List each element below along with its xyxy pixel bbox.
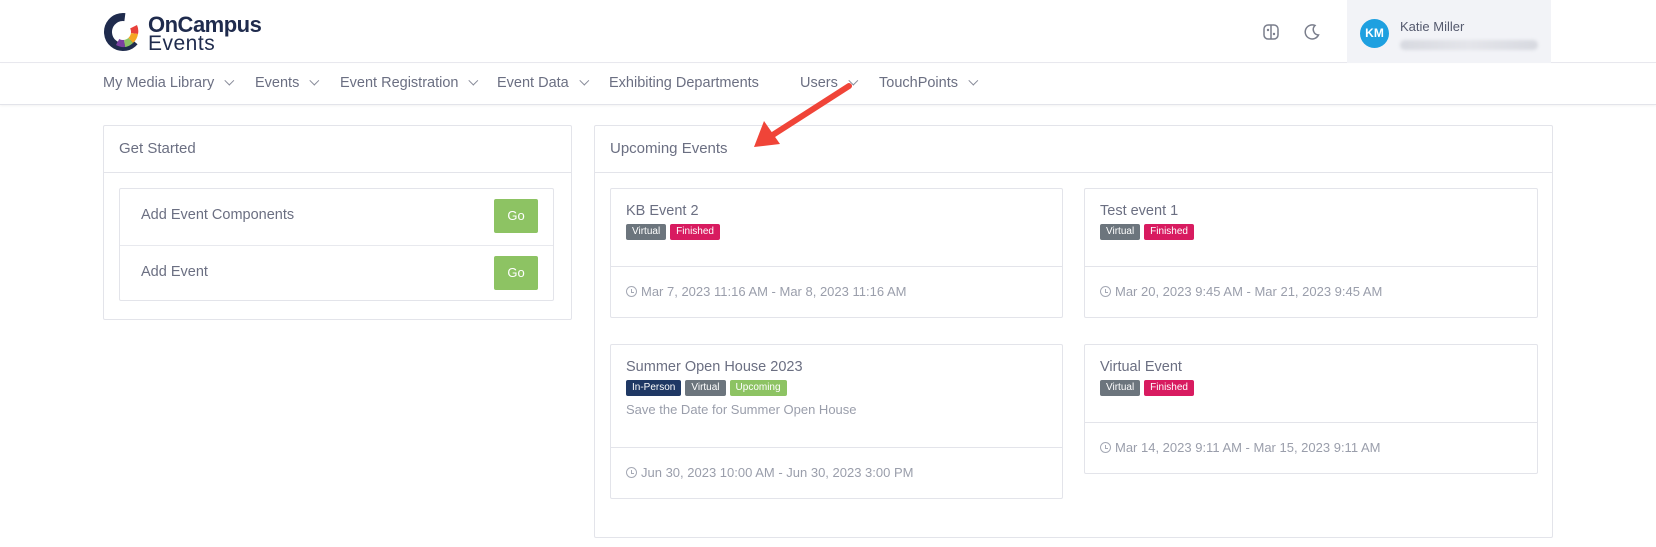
status-badge: Virtual: [626, 224, 667, 240]
get-started-list: Add Event Components Go Add Event Go: [119, 188, 554, 301]
nav-event-data[interactable]: Event Data: [497, 75, 590, 91]
event-footer: Mar 7, 2023 11:16 AM - Mar 8, 2023 11:16…: [611, 266, 1062, 317]
status-badge: Finished: [1144, 380, 1194, 396]
clock-icon: [626, 286, 637, 297]
nav-label: Event Registration: [340, 75, 459, 91]
event-title: Virtual Event: [1100, 359, 1182, 375]
status-badge: Virtual: [1100, 224, 1141, 240]
nav-label: Exhibiting Departments: [609, 75, 759, 91]
status-badge: Finished: [1144, 224, 1194, 240]
go-button[interactable]: Go: [494, 199, 538, 233]
nav-label: Events: [255, 75, 300, 91]
list-item: Add Event Components Go: [120, 189, 553, 245]
event-card[interactable]: Summer Open House 2023 In-Person Virtual…: [610, 344, 1063, 499]
moon-icon[interactable]: [1302, 22, 1322, 42]
user-email-redacted: [1400, 40, 1538, 50]
top-header: OnCampus Events KM Katie Miller: [0, 0, 1656, 63]
status-badge: Finished: [670, 224, 720, 240]
event-card[interactable]: Virtual Event Virtual Finished Mar 14, 2…: [1084, 344, 1538, 474]
divider: [595, 172, 1552, 173]
card-title: Get Started: [119, 140, 196, 157]
chevron-down-icon: [468, 75, 479, 86]
event-description: Save the Date for Summer Open House: [626, 402, 857, 417]
oncampus-logo-icon: [104, 13, 142, 51]
clock-icon: [626, 467, 637, 478]
nav-events[interactable]: Events: [255, 75, 320, 91]
event-time: Mar 20, 2023 9:45 AM - Mar 21, 2023 9:45…: [1100, 284, 1382, 299]
event-time-text: Jun 30, 2023 10:00 AM - Jun 30, 2023 3:0…: [641, 465, 914, 480]
app-switch-icon[interactable]: [1261, 22, 1281, 42]
clock-icon: [1100, 442, 1111, 453]
event-time-text: Mar 7, 2023 11:16 AM - Mar 8, 2023 11:16…: [641, 284, 907, 299]
event-time-text: Mar 20, 2023 9:45 AM - Mar 21, 2023 9:45…: [1115, 284, 1383, 299]
logo-text-events: Events: [148, 32, 216, 55]
event-title: KB Event 2: [626, 203, 699, 219]
go-button[interactable]: Go: [494, 256, 538, 290]
status-badge: Virtual: [1100, 380, 1141, 396]
nav-my-media-library[interactable]: My Media Library: [103, 75, 235, 91]
event-footer: Mar 14, 2023 9:11 AM - Mar 15, 2023 9:11…: [1085, 422, 1537, 473]
card-title: Upcoming Events: [610, 140, 728, 157]
nav-touchpoints[interactable]: TouchPoints: [879, 75, 979, 91]
event-footer: Jun 30, 2023 10:00 AM - Jun 30, 2023 3:0…: [611, 447, 1062, 498]
get-started-card: Get Started Add Event Components Go Add …: [103, 125, 572, 320]
list-item-label: Add Event: [141, 264, 208, 280]
avatar: KM: [1360, 19, 1389, 48]
nav-exhibiting-departments[interactable]: Exhibiting Departments: [609, 75, 759, 91]
event-title: Summer Open House 2023: [626, 359, 803, 375]
event-time: Jun 30, 2023 10:00 AM - Jun 30, 2023 3:0…: [626, 465, 913, 480]
status-badge: Upcoming: [729, 380, 787, 396]
user-name: Katie Miller: [1400, 19, 1465, 34]
nav-label: Event Data: [497, 75, 569, 91]
status-badge: In-Person: [626, 380, 682, 396]
list-item: Add Event Go: [120, 245, 553, 301]
event-time-text: Mar 14, 2023 9:11 AM - Mar 15, 2023 9:11…: [1115, 440, 1381, 455]
event-card[interactable]: KB Event 2 Virtual Finished Mar 7, 2023 …: [610, 188, 1063, 318]
event-card[interactable]: Test event 1 Virtual Finished Mar 20, 20…: [1084, 188, 1538, 318]
user-menu[interactable]: KM Katie Miller: [1347, 0, 1551, 63]
annotation-arrow-icon: [754, 83, 852, 147]
upcoming-events-card: Upcoming Events KB Event 2 Virtual Finis…: [594, 125, 1553, 538]
chevron-down-icon: [579, 75, 590, 86]
divider: [104, 172, 571, 173]
status-badge: Virtual: [685, 380, 726, 396]
clock-icon: [1100, 286, 1111, 297]
event-time: Mar 7, 2023 11:16 AM - Mar 8, 2023 11:16…: [626, 284, 906, 299]
event-time: Mar 14, 2023 9:11 AM - Mar 15, 2023 9:11…: [1100, 440, 1380, 455]
event-footer: Mar 20, 2023 9:45 AM - Mar 21, 2023 9:45…: [1085, 266, 1537, 317]
nav-label: My Media Library: [103, 75, 215, 91]
event-title: Test event 1: [1100, 203, 1179, 219]
nav-event-registration[interactable]: Event Registration: [340, 75, 479, 91]
list-item-label: Add Event Components: [141, 207, 295, 223]
nav-label: TouchPoints: [879, 75, 958, 91]
oncampus-logo[interactable]: OnCampus Events: [103, 12, 273, 55]
chevron-down-icon: [968, 75, 979, 86]
chevron-down-icon: [224, 75, 235, 86]
chevron-down-icon: [309, 75, 320, 86]
